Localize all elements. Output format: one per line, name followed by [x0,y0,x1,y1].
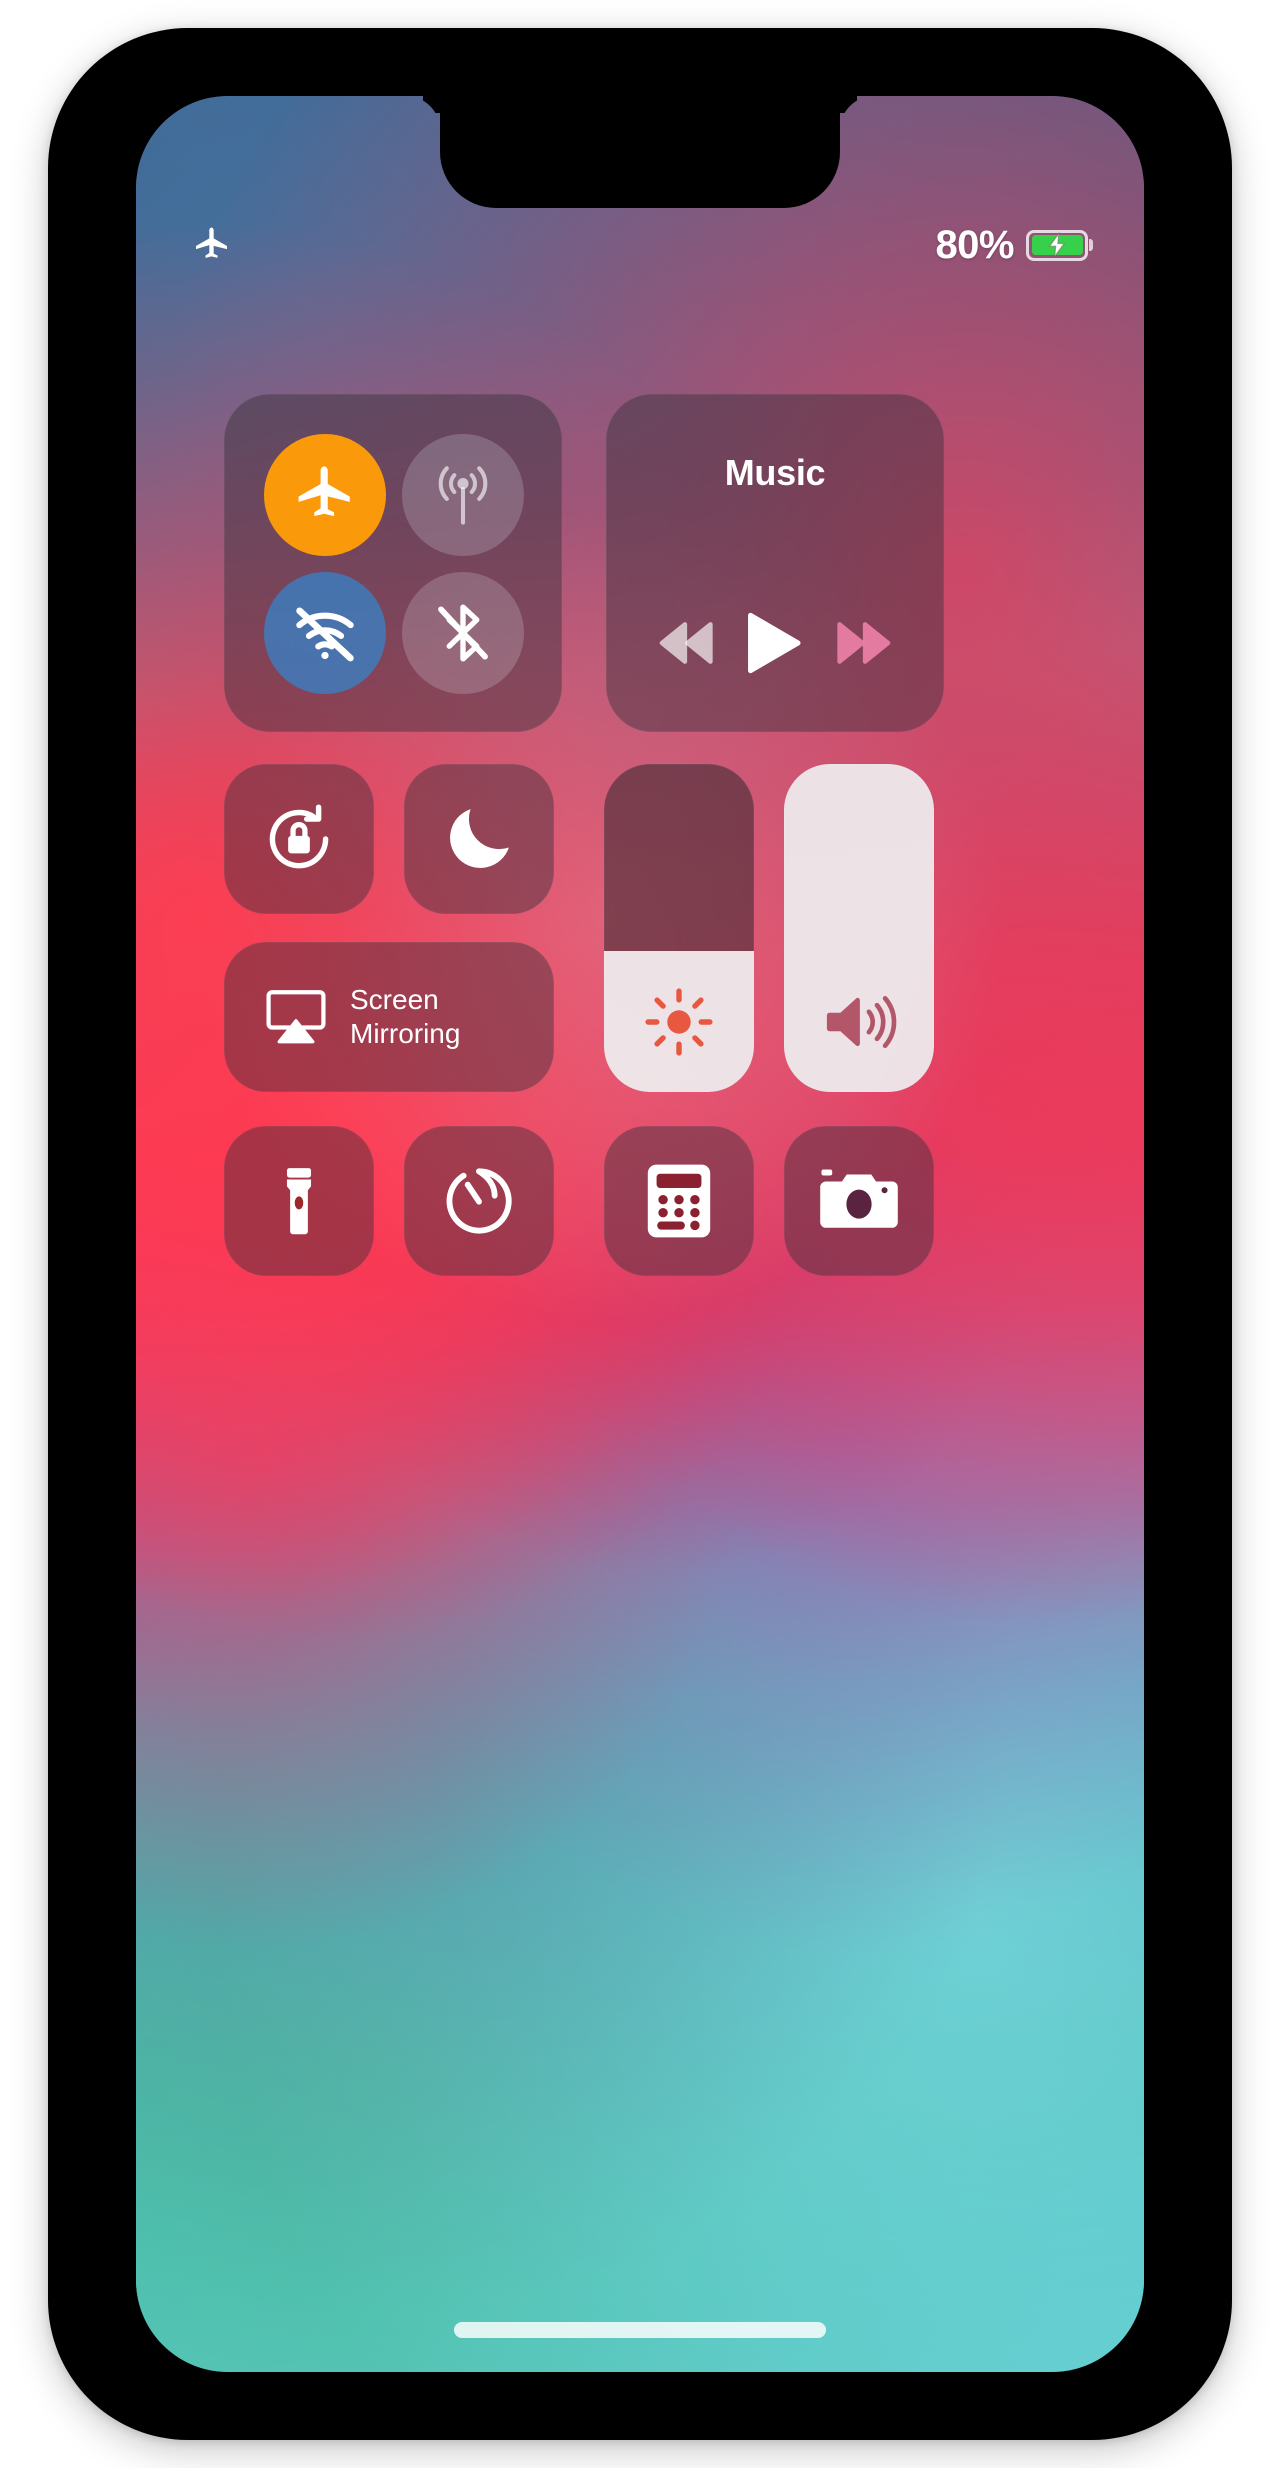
brightness-sun-icon [643,986,715,1058]
status-bar: 80% [136,218,1144,272]
screen-mirroring-tile[interactable]: Screen Mirroring [224,942,554,1092]
status-bar-left [192,225,232,265]
calculator-icon [643,1162,715,1240]
airplane-icon [292,462,358,528]
flashlight-tile[interactable] [224,1126,374,1276]
bluetooth-toggle[interactable] [402,572,524,694]
play-button[interactable] [747,610,803,676]
timer-icon [439,1161,519,1241]
camera-tile[interactable] [784,1126,934,1276]
do-not-disturb-toggle[interactable] [404,764,554,914]
cellular-antenna-icon [427,459,499,531]
music-title: Music [724,452,826,493]
airplay-icon [264,988,328,1046]
device-frame: 80% Music Screen Mirroring [48,28,1232,2440]
rotation-lock-toggle[interactable] [224,764,374,914]
wifi-toggle[interactable] [264,572,386,694]
airplane-mode-toggle[interactable] [264,434,386,556]
calculator-tile[interactable] [604,1126,754,1276]
bluetooth-off-icon [430,600,496,666]
wifi-off-icon [290,598,360,668]
music-module[interactable]: Music [606,394,944,732]
home-indicator[interactable] [454,2322,826,2338]
notch [440,96,840,208]
flashlight-icon [261,1163,337,1239]
cellular-data-toggle[interactable] [402,434,524,556]
speaker-waves-icon [819,986,899,1058]
charging-bolt-icon [1048,231,1066,259]
moon-icon [440,800,518,878]
status-bar-right: 80% [935,223,1088,268]
music-controls [606,610,944,676]
battery-percent-label: 80% [935,222,1014,267]
camera-icon [818,1165,900,1237]
rewind-button[interactable] [656,617,714,669]
airplane-icon [192,225,232,265]
rotation-lock-icon [257,797,341,881]
timer-tile[interactable] [404,1126,554,1276]
brightness-slider[interactable] [604,764,754,1092]
battery-charging-icon [1026,229,1088,261]
screen-mirroring-label: Screen Mirroring [350,983,461,1049]
fast-forward-button[interactable] [836,617,894,669]
control-center: Music Screen Mirroring [136,96,1144,2372]
connectivity-module [224,394,562,732]
phone-screen: 80% Music Screen Mirroring [136,96,1144,2372]
volume-slider[interactable] [784,764,934,1092]
